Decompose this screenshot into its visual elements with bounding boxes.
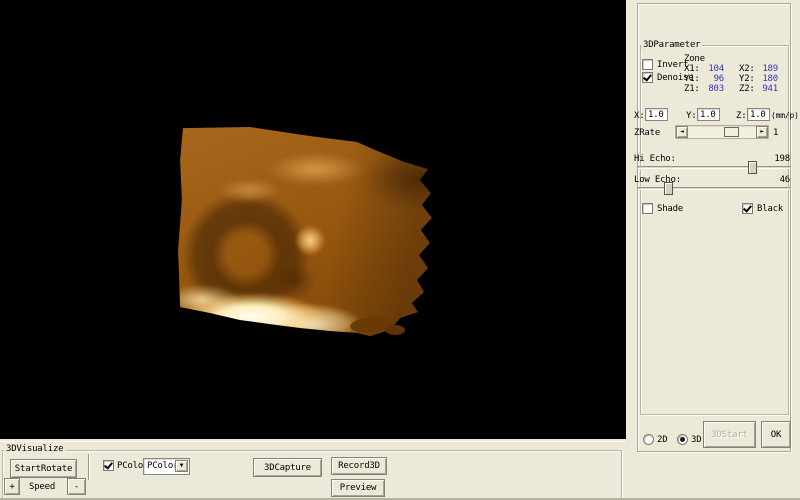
x-scale-label: X: — [634, 111, 644, 121]
denoise-checkbox[interactable] — [642, 72, 653, 83]
zrate-scrollbar[interactable]: ◄ ► — [675, 125, 769, 139]
invert-checkbox[interactable] — [642, 59, 653, 70]
zone-z1-value: 803 — [700, 84, 724, 94]
render-viewport[interactable] — [0, 0, 626, 439]
zrate-left-arrow-icon[interactable]: ◄ — [676, 126, 688, 138]
zrate-label: ZRate — [634, 128, 660, 138]
parameter-sidebar: 3DParameter Invert Denoise Zone X1: 104 … — [626, 0, 800, 500]
ultrasound-fragment — [396, 308, 409, 316]
start-3d-button[interactable]: 3DStart — [703, 421, 756, 448]
zone-y2-label: Y2: — [739, 74, 755, 84]
visualize-toolbar: 3DVisualize StartRotate + Speed - PColor… — [0, 441, 626, 500]
hi-echo-slider-thumb[interactable] — [748, 161, 757, 174]
capture-3d-button[interactable]: 3DCapture — [253, 458, 322, 477]
zone-x1-value: 104 — [700, 64, 724, 74]
speed-label: Speed — [29, 482, 55, 492]
visualize-group-title: 3DVisualize — [4, 444, 65, 454]
x-scale-input[interactable] — [645, 108, 668, 121]
y-scale-label: Y: — [686, 111, 696, 121]
zone-z1-label: Z1: — [684, 84, 700, 94]
hi-echo-label: Hi Echo: — [634, 154, 676, 164]
mode-2d-radio[interactable] — [643, 434, 654, 445]
shade-label: Shade — [657, 204, 683, 214]
zone-y1-value: 96 — [700, 74, 724, 84]
scale-unit-label: (mm/p) — [771, 111, 799, 121]
speed-minus-button[interactable]: - — [67, 478, 86, 495]
toolbar-divider — [88, 454, 90, 480]
zone-z2-label: Z2: — [739, 84, 755, 94]
pcolor-select[interactable]: PColor ▼ — [143, 458, 190, 475]
zone-x2-value: 189 — [754, 64, 778, 74]
speed-plus-button[interactable]: + — [4, 478, 20, 495]
shade-checkbox[interactable] — [642, 203, 653, 214]
ultrasound-render — [176, 122, 433, 340]
parameter-groupbox — [640, 45, 789, 415]
start-rotate-button[interactable]: StartRotate — [10, 459, 77, 478]
mode-2d-label: 2D — [657, 435, 667, 445]
pcolor-select-value: PColor — [147, 461, 178, 472]
zrate-scrollbar-thumb[interactable] — [724, 127, 739, 137]
app-window: { "window": { "bg": "#ece9d8", "viewport… — [0, 0, 800, 500]
low-echo-slider-thumb[interactable] — [664, 182, 673, 195]
zone-x2-label: X2: — [739, 64, 755, 74]
zrate-value: 1 — [773, 128, 778, 138]
record-3d-button[interactable]: Record3D — [331, 457, 387, 475]
zone-label: Zone — [684, 54, 705, 64]
zone-x1-label: X1: — [684, 64, 700, 74]
zrate-right-arrow-icon[interactable]: ► — [756, 126, 768, 138]
mode-3d-label: 3D — [691, 435, 701, 445]
zone-y2-value: 180 — [754, 74, 778, 84]
low-echo-label: Low Echo: — [634, 175, 681, 185]
low-echo-slider-track[interactable] — [637, 187, 790, 190]
y-scale-input[interactable] — [697, 108, 720, 121]
mode-3d-radio[interactable] — [677, 434, 688, 445]
pcolor-dropdown-icon[interactable]: ▼ — [175, 460, 188, 472]
zone-y1-label: Y1: — [684, 74, 700, 84]
ok-button[interactable]: OK — [761, 421, 791, 448]
hi-echo-slider-track[interactable] — [637, 166, 790, 169]
preview-button[interactable]: Preview — [331, 479, 385, 497]
pcolor-checkbox[interactable] — [103, 460, 114, 471]
z-scale-label: Z: — [736, 111, 746, 121]
ultrasound-fragment — [385, 325, 405, 335]
parameter-group-title: 3DParameter — [641, 40, 702, 50]
black-checkbox[interactable] — [742, 203, 753, 214]
low-echo-value: 46 — [751, 175, 790, 185]
zone-z2-value: 941 — [754, 84, 778, 94]
black-label: Black — [757, 204, 783, 214]
z-scale-input[interactable] — [747, 108, 770, 121]
